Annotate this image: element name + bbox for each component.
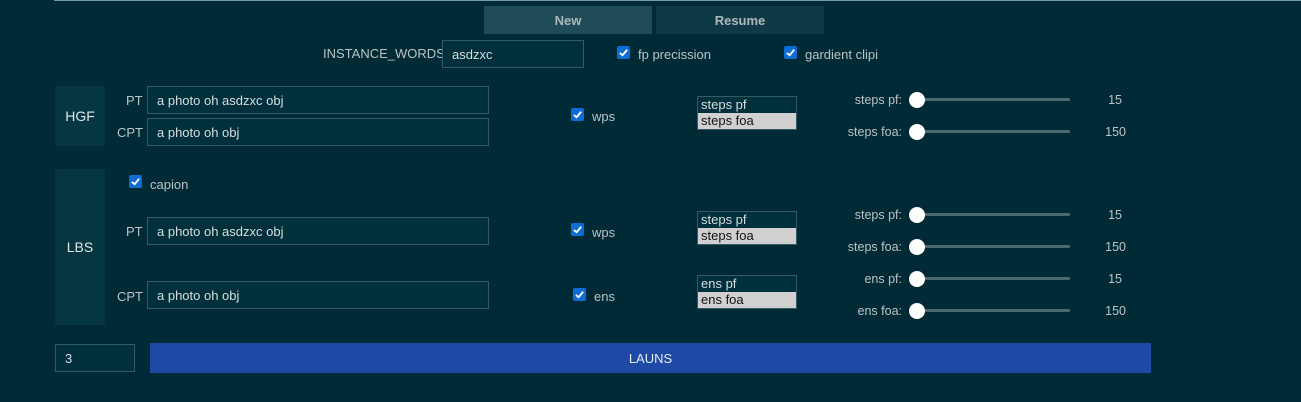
hgf-cpt-input[interactable]: a photo oh obj	[147, 118, 489, 146]
hgf-slider-steps-pf[interactable]	[920, 98, 1070, 101]
listbox-option-selected[interactable]: steps foa	[698, 228, 796, 244]
hgf-slider-value-steps-foa: 150	[1105, 125, 1126, 139]
listbox-option-selected[interactable]: steps foa	[698, 113, 796, 129]
lbs-pt-input[interactable]: a photo oh asdzxc obj	[147, 217, 489, 245]
lbs-ens-listbox[interactable]: ens pf ens foa	[697, 275, 797, 309]
lbs-slider-value-steps-foa: 150	[1105, 240, 1126, 254]
lbs-slider-value-ens-pf: 15	[1108, 272, 1122, 286]
fp-precision-checkbox[interactable]	[617, 46, 630, 59]
lbs-cpt-input[interactable]: a photo oh obj	[147, 281, 489, 309]
lbs-slider-label-steps-foa: steps foa:	[847, 240, 902, 254]
instance-words-label: INSTANCE_WORDS	[323, 46, 445, 61]
tab-resume[interactable]: Resume	[656, 6, 824, 34]
lbs-caption-checkbox[interactable]	[129, 175, 142, 188]
tab-new[interactable]: New	[484, 6, 652, 34]
lbs-cpt-label: CPT	[117, 289, 143, 304]
gradient-clip-checkbox[interactable]	[784, 46, 797, 59]
slider-handle[interactable]	[909, 271, 925, 287]
hgf-pt-label: PT	[126, 93, 143, 108]
slider-handle[interactable]	[909, 92, 925, 108]
lbs-steps-listbox[interactable]: steps pf steps foa	[697, 211, 797, 245]
slider-handle[interactable]	[909, 207, 925, 223]
check-icon	[573, 111, 582, 119]
lbs-slider-value-steps-pf: 15	[1108, 208, 1122, 222]
lbs-slider-value-ens-foa: 150	[1105, 304, 1126, 318]
check-icon	[575, 291, 584, 299]
listbox-option[interactable]: ens pf	[698, 276, 796, 292]
lbs-slider-ens-pf[interactable]	[920, 277, 1070, 280]
slider-handle[interactable]	[909, 239, 925, 255]
listbox-option[interactable]: steps pf	[698, 97, 796, 113]
lbs-slider-label-ens-pf: ens pf:	[864, 272, 902, 286]
lbs-wps-label: wps	[592, 225, 616, 240]
check-icon	[573, 226, 582, 234]
hgf-slider-label-steps-pf: steps pf:	[854, 93, 902, 107]
hgf-cpt-label: CPT	[117, 125, 143, 140]
hgf-slider-steps-foa[interactable]	[920, 130, 1070, 133]
hgf-wps-checkbox[interactable]	[571, 108, 584, 121]
lbs-slider-label-ens-foa: ens foa:	[857, 304, 902, 318]
check-icon	[619, 49, 628, 57]
slider-handle[interactable]	[909, 124, 925, 140]
hgf-slider-value-steps-pf: 15	[1108, 93, 1122, 107]
check-icon	[131, 178, 140, 186]
fp-precision-label: fp precission	[638, 47, 711, 62]
lbs-slider-steps-pf[interactable]	[920, 213, 1070, 216]
launch-button[interactable]: LAUNS	[150, 343, 1151, 373]
hgf-pt-input[interactable]: a photo oh asdzxc obj	[147, 86, 489, 114]
hgf-slider-label-steps-foa: steps foa:	[847, 125, 902, 139]
slider-handle[interactable]	[909, 303, 925, 319]
lbs-slider-ens-foa[interactable]	[920, 309, 1070, 312]
lbs-ens-checkbox[interactable]	[573, 288, 586, 301]
top-divider	[54, 0, 1301, 1]
instance-words-input[interactable]: asdzxc	[442, 40, 584, 68]
listbox-option-selected[interactable]: ens foa	[698, 292, 796, 308]
check-icon	[786, 49, 795, 57]
gradient-clip-label: gardient clipi	[805, 47, 878, 62]
lbs-pt-label: PT	[126, 224, 143, 239]
hgf-steps-listbox[interactable]: steps pf steps foa	[697, 96, 797, 130]
lbs-ens-label: ens	[594, 289, 615, 304]
lbs-section-label: LBS	[55, 169, 105, 325]
count-input[interactable]: 3	[55, 344, 135, 372]
hgf-wps-label: wps	[592, 109, 616, 124]
lbs-wps-checkbox[interactable]	[571, 223, 584, 236]
listbox-option[interactable]: steps pf	[698, 212, 796, 228]
lbs-slider-steps-foa[interactable]	[920, 245, 1070, 248]
lbs-caption-label: capion	[150, 177, 189, 192]
lbs-slider-label-steps-pf: steps pf:	[854, 208, 902, 222]
hgf-section-label: HGF	[55, 86, 105, 146]
